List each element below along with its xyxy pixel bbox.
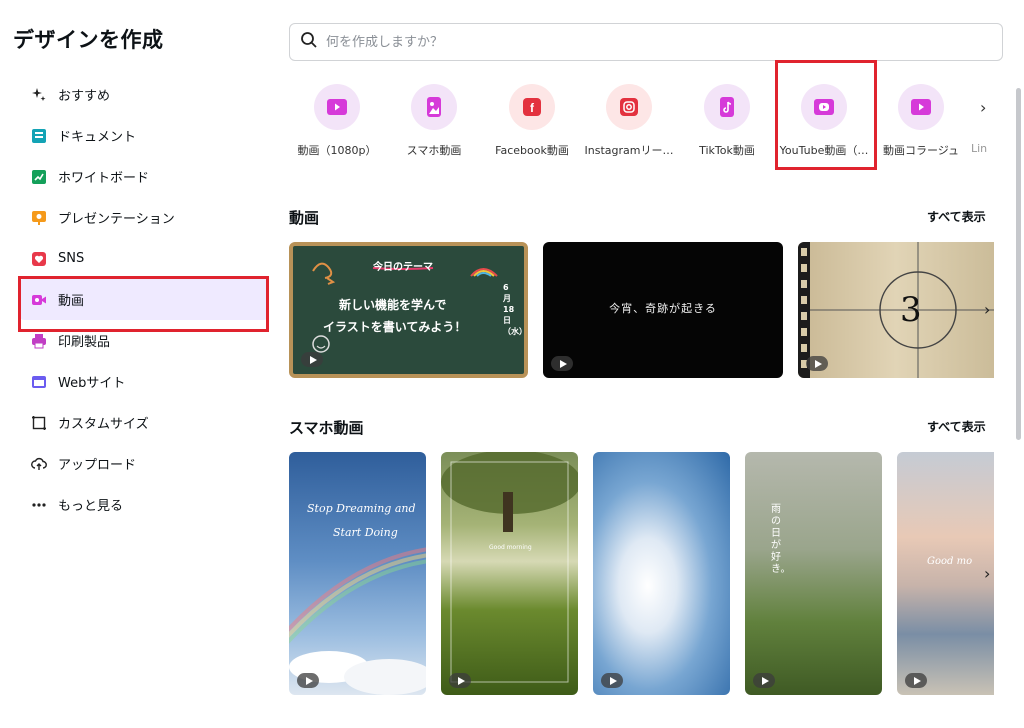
sidebar-item-label: ホワイトボード <box>58 171 150 186</box>
sidebar-item-label: 印刷製品 <box>58 335 111 350</box>
sidebar-item-whiteboard[interactable]: ホワイトボード <box>20 156 268 197</box>
thumbnail-text: 今日のテーマ <box>373 262 433 273</box>
play-icon <box>905 673 927 688</box>
section-title-video: 動画 <box>289 209 320 227</box>
video-template-thumbnail[interactable]: 3 <box>798 242 994 378</box>
thumbnail-text: 今宵、奇跡が起きる <box>609 302 717 315</box>
thumbnail-text: Stop Dreaming and <box>307 502 416 515</box>
thumbnail-text: 3 <box>900 290 922 330</box>
sparkle-icon <box>30 86 48 104</box>
youtube-highlight-box <box>775 60 877 170</box>
category-facebook-video[interactable]: f Facebook動画 <box>487 84 577 158</box>
show-all-mobile-video-link[interactable]: すべて表示 <box>927 418 986 435</box>
category-label: Facebook動画 <box>495 144 569 157</box>
sidebar-item-label: ドキュメント <box>58 130 137 145</box>
facebook-icon: f <box>509 84 555 130</box>
printer-icon <box>30 332 48 350</box>
play-icon <box>449 673 471 688</box>
category-tiktok-video[interactable]: TikTok動画 <box>682 84 772 158</box>
sidebar: デザインを作成 おすすめ ドキュメント ホワイトボード プレゼンテーション SN… <box>0 0 275 728</box>
thumbnail-text: イラストを書いてみよう！ <box>323 320 467 334</box>
presentation-icon <box>30 209 48 227</box>
heart-icon <box>30 250 48 268</box>
play-icon <box>601 673 623 688</box>
sidebar-item-website[interactable]: Webサイト <box>20 361 268 402</box>
video-template-thumbnail[interactable]: 今宵、奇跡が起きる <box>543 242 783 378</box>
mobile-video-template-thumbnail[interactable]: 雨の日が好き。 <box>745 452 882 695</box>
play-icon <box>551 356 573 371</box>
thumbnail-date: 6月18日（水） <box>503 283 527 336</box>
category-mobile-video[interactable]: スマホ動画 <box>389 84 479 158</box>
search-bar[interactable] <box>289 23 1003 61</box>
sidebar-item-recommended[interactable]: おすすめ <box>20 74 268 115</box>
video-item-highlight-box <box>18 276 269 332</box>
search-input[interactable] <box>326 34 926 50</box>
section-title-mobile-video: スマホ動画 <box>289 419 364 437</box>
sidebar-item-more[interactable]: もっと見る <box>20 484 268 525</box>
play-icon <box>301 352 323 367</box>
category-video-1080p[interactable]: 動画（1080p） <box>292 84 382 158</box>
upload-icon <box>30 455 48 473</box>
video-template-thumbnail[interactable]: 今日のテーマ 新しい機能を学んで イラストを書いてみよう！ 6月18日（水） <box>289 242 528 378</box>
document-icon <box>30 127 48 145</box>
category-label: 動画（1080p） <box>297 144 377 157</box>
sidebar-item-label: もっと見る <box>58 499 124 514</box>
mobile-video-template-thumbnail[interactable]: Good morning <box>441 452 578 695</box>
film-countdown-illustration <box>798 242 994 378</box>
video-icon <box>314 84 360 130</box>
sidebar-item-presentation[interactable]: プレゼンテーション <box>20 197 268 238</box>
mobile-video-template-thumbnail[interactable]: Good mo <box>897 452 994 695</box>
mobile-video-template-thumbnail[interactable]: Stop Dreaming and Start Doing <box>289 452 426 695</box>
sidebar-item-label: カスタムサイズ <box>58 417 149 432</box>
thumbnail-text: 新しい機能を学んで <box>339 298 447 312</box>
sidebar-item-label: アップロード <box>58 458 137 473</box>
play-icon <box>806 356 828 371</box>
search-icon <box>300 31 318 53</box>
rainbow-sky-illustration <box>289 547 426 695</box>
crop-icon <box>30 414 48 432</box>
category-label: Lin <box>971 142 988 155</box>
chevron-right-icon[interactable]: › <box>984 300 990 319</box>
chevron-right-icon[interactable]: › <box>984 564 990 583</box>
sidebar-item-document[interactable]: ドキュメント <box>20 115 268 156</box>
whiteboard-icon <box>30 168 48 186</box>
category-label: 動画コラージュ <box>882 144 959 157</box>
sidebar-item-label: SNS <box>58 251 85 266</box>
play-icon <box>753 673 775 688</box>
thumbnail-text: Start Doing <box>333 526 398 539</box>
category-linkedin-video[interactable]: Lin <box>971 84 993 155</box>
sidebar-item-sns[interactable]: SNS <box>20 238 268 279</box>
instagram-icon <box>606 84 652 130</box>
sidebar-item-custom-size[interactable]: カスタムサイズ <box>20 402 268 443</box>
sidebar-item-label: プレゼンテーション <box>58 212 175 227</box>
thumbnail-text: 雨の日が好き。 <box>771 504 791 575</box>
tiktok-icon <box>704 84 750 130</box>
sidebar-item-label: おすすめ <box>58 89 111 104</box>
video-icon <box>898 84 944 130</box>
chevron-right-icon[interactable]: › <box>980 98 986 117</box>
category-shortcuts: 動画（1080p） スマホ動画 f Facebook動画 Instagramリー… <box>289 84 1009 164</box>
category-label: TikTok動画 <box>699 144 755 157</box>
show-all-video-link[interactable]: すべて表示 <box>927 208 986 225</box>
play-icon <box>297 673 319 688</box>
website-icon <box>30 373 48 391</box>
thumbnail-text: Good mo <box>927 556 973 567</box>
thumbnail-text: Good morning <box>489 544 532 551</box>
category-instagram-reel[interactable]: Instagramリー… <box>584 84 674 158</box>
mobile-video-template-thumbnail[interactable] <box>593 452 730 695</box>
category-label: スマホ動画 <box>406 144 462 157</box>
category-video-collage[interactable]: 動画コラージュ <box>876 84 966 158</box>
more-icon <box>30 496 48 514</box>
mobile-video-icon <box>411 84 457 130</box>
sidebar-item-label: Webサイト <box>58 376 126 391</box>
category-label: Instagramリー… <box>584 144 674 157</box>
scrollbar[interactable] <box>1016 88 1021 440</box>
tree-meadow-illustration <box>441 452 578 683</box>
panel-title: デザインを作成 <box>13 28 164 52</box>
sidebar-item-upload[interactable]: アップロード <box>20 443 268 484</box>
